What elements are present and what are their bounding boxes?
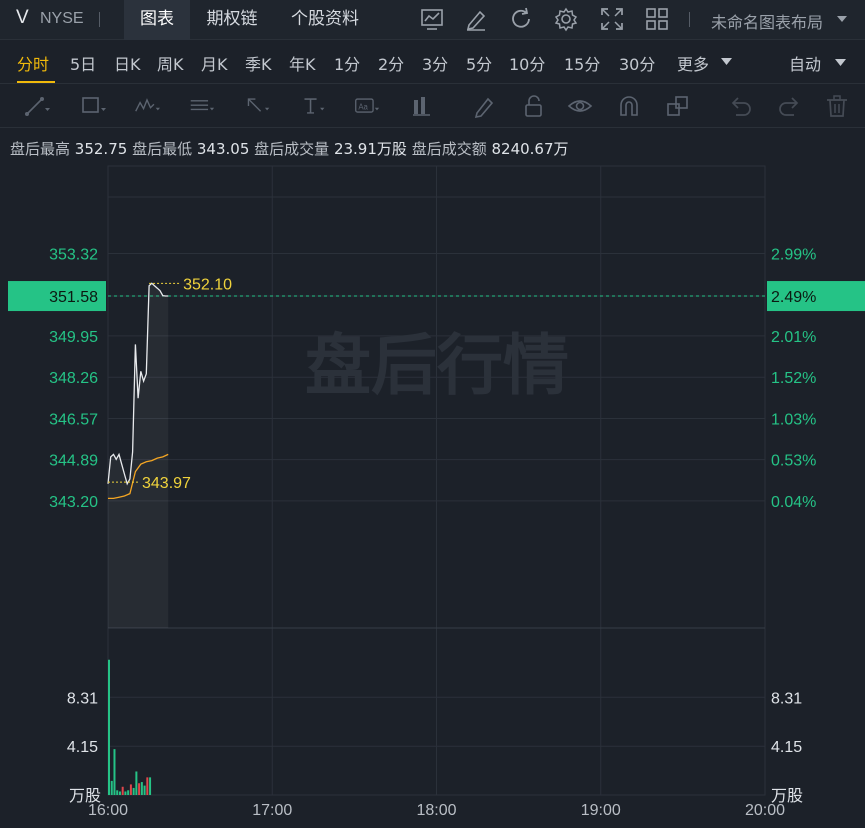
volume-bar <box>146 777 149 795</box>
volume-bar <box>149 777 152 795</box>
time-tick-label: 17:00 <box>252 802 292 819</box>
volume-tick-label-right: 4.15 <box>771 739 802 756</box>
volume-bars <box>108 659 152 795</box>
volume-bar <box>124 791 127 795</box>
intraday-chart[interactable]: 盘后行情 353.32 349.95 348.26 346.57 344.89 343.2… <box>0 0 865 828</box>
percent-tick-label: 2.01% <box>771 329 816 346</box>
chart-watermark: 盘后行情 <box>305 327 569 404</box>
volume-bar <box>108 659 110 795</box>
volume-tick-label-right: 8.31 <box>771 690 802 707</box>
high-annotation-label: 352.10 <box>183 276 232 293</box>
current-percent-label: 2.49% <box>771 289 816 306</box>
percent-axis: 2.99% 2.01% 1.52% 1.03% 0.53% 0.04% 2.49% <box>767 247 865 511</box>
low-annotation-label: 343.97 <box>142 475 191 492</box>
volume-bar <box>132 787 135 795</box>
price-tick-label: 349.95 <box>49 329 98 346</box>
volume-bar <box>138 783 141 795</box>
volume-axis: 8.31 8.314.15 4.15万股 万股 <box>67 690 803 805</box>
chart-grid <box>107 165 766 796</box>
percent-tick-label: 0.04% <box>771 494 816 511</box>
volume-bar <box>113 749 116 795</box>
percent-tick-label: 2.99% <box>771 247 816 264</box>
percent-tick-label: 1.03% <box>771 412 816 429</box>
volume-bar <box>116 790 119 795</box>
price-tick-label: 353.32 <box>49 247 98 264</box>
time-tick-label: 20:00 <box>745 802 785 819</box>
time-tick-label: 19:00 <box>581 802 621 819</box>
volume-bar <box>110 780 113 795</box>
volume-tick-label-left: 8.31 <box>67 690 98 707</box>
volume-bar <box>143 785 146 795</box>
price-tick-label: 348.26 <box>49 370 98 387</box>
volume-bar <box>127 790 130 795</box>
price-tick-label: 346.57 <box>49 412 98 429</box>
percent-tick-label: 0.53% <box>771 453 816 470</box>
volume-bar <box>118 791 121 795</box>
price-tick-label: 344.89 <box>49 453 98 470</box>
time-axis: 16:00 17:00 18:00 19:00 20:00 <box>88 802 785 819</box>
percent-tick-label: 1.52% <box>771 370 816 387</box>
current-price-label: 351.58 <box>49 289 98 306</box>
volume-bar <box>121 786 124 795</box>
volume-tick-label-left: 4.15 <box>67 739 98 756</box>
time-tick-label: 16:00 <box>88 802 128 819</box>
price-series-layer: 352.10 343.97 <box>107 276 232 628</box>
price-tick-label: 343.20 <box>49 494 98 511</box>
price-area-fill <box>108 283 169 628</box>
time-tick-label: 18:00 <box>416 802 456 819</box>
volume-bar <box>135 771 138 795</box>
volume-bar <box>129 784 132 795</box>
volume-bar <box>140 782 143 795</box>
